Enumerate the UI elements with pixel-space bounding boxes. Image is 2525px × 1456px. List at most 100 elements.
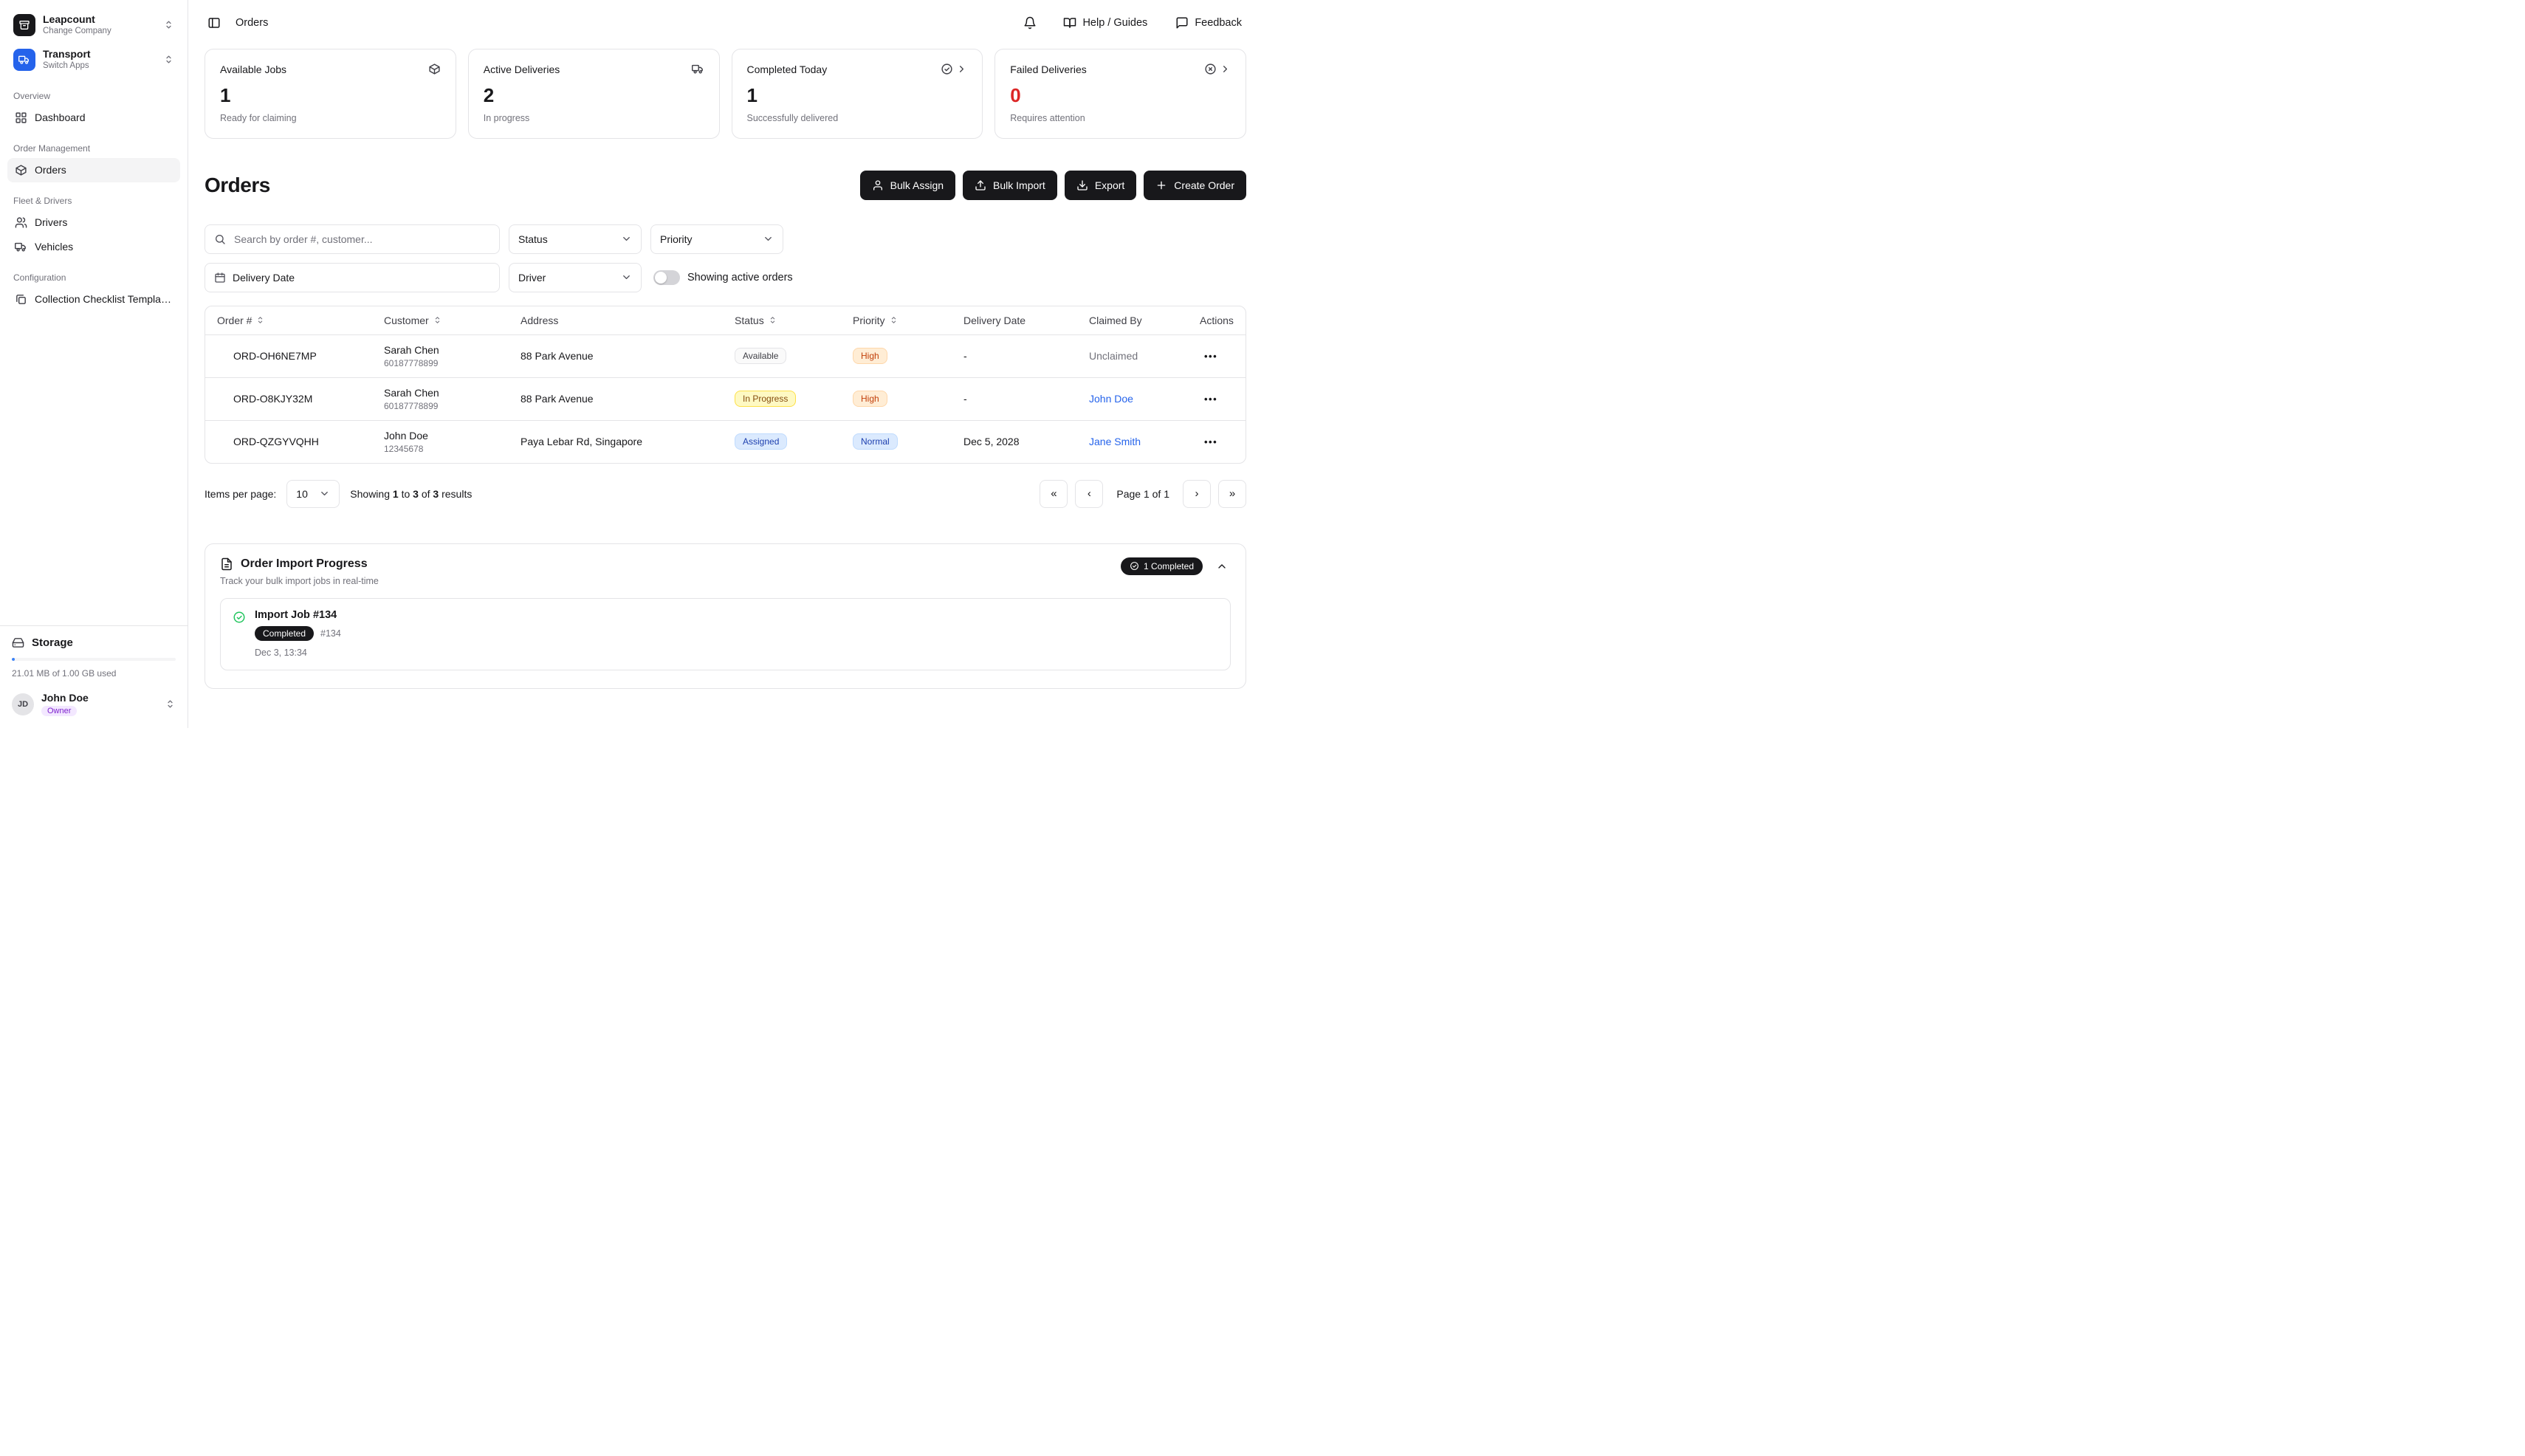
section-label-configuration: Configuration	[13, 272, 174, 283]
delivery-date: Dec 5, 2028	[955, 420, 1080, 463]
stat-subtitle: In progress	[484, 113, 704, 123]
priority-filter-select[interactable]: Priority	[650, 224, 783, 254]
chevron-right-icon[interactable]	[1220, 63, 1231, 75]
search-icon	[214, 233, 226, 245]
check-circle-icon	[941, 63, 953, 75]
x-circle-icon	[1204, 63, 1217, 75]
main-content: Orders Help / Guides Fe	[188, 0, 1262, 728]
row-actions-button[interactable]: •••	[1200, 435, 1222, 449]
import-progress-card: Order Import Progress Track your bulk im…	[205, 543, 1246, 689]
sort-icon	[889, 315, 899, 325]
column-header-order[interactable]: Order #	[217, 315, 366, 326]
active-orders-toggle[interactable]	[653, 270, 680, 285]
grid-icon	[15, 111, 27, 124]
stat-card-available-jobs: Available Jobs 1 Ready for claiming	[205, 49, 456, 139]
help-guides-button[interactable]: Help / Guides	[1059, 16, 1152, 30]
column-header-priority[interactable]: Priority	[853, 315, 946, 326]
delivery-date-filter-label: Delivery Date	[233, 272, 295, 284]
toggle-knob	[655, 272, 667, 284]
items-per-page-select[interactable]: 10	[286, 480, 340, 508]
stat-subtitle: Successfully delivered	[747, 113, 968, 123]
delivery-date-filter[interactable]: Delivery Date	[205, 263, 500, 292]
feedback-button[interactable]: Feedback	[1171, 16, 1246, 30]
order-address: 88 Park Avenue	[512, 377, 726, 420]
collapse-button[interactable]	[1213, 557, 1231, 575]
sort-icon	[255, 315, 265, 325]
chevron-down-icon	[319, 488, 330, 499]
bell-icon	[1023, 16, 1037, 30]
search-input[interactable]	[233, 233, 490, 246]
column-header-actions: Actions	[1200, 315, 1238, 326]
notifications-button[interactable]	[1020, 13, 1040, 32]
export-button[interactable]: Export	[1065, 171, 1136, 200]
chevron-down-icon	[621, 233, 632, 244]
stat-value: 1	[747, 84, 968, 107]
sort-icon	[433, 315, 442, 325]
results-summary: Showing 1 to 3 of 3 results	[350, 488, 472, 500]
filters: Status Priority Delivery	[188, 217, 1262, 292]
column-header-customer[interactable]: Customer	[384, 315, 503, 326]
customer-phone: 60187778899	[384, 401, 503, 411]
sidebar-item-drivers[interactable]: Drivers	[7, 210, 180, 235]
stat-card-completed-today[interactable]: Completed Today 1 Successfully delivered	[732, 49, 983, 139]
row-actions-button[interactable]: •••	[1200, 392, 1222, 406]
sidebar-item-label: Orders	[35, 164, 66, 176]
user-icon	[872, 179, 884, 191]
download-icon	[1076, 179, 1088, 191]
stat-title: Failed Deliveries	[1010, 63, 1086, 75]
app-name: Transport	[43, 48, 156, 60]
bulk-import-button[interactable]: Bulk Import	[963, 171, 1057, 200]
user-menu[interactable]: JD John Doe Owner	[0, 683, 188, 728]
app-subtitle: Switch Apps	[43, 61, 156, 71]
last-page-button[interactable]: »	[1218, 480, 1246, 508]
column-header-address: Address	[521, 315, 717, 326]
sidebar-item-collection-checklist-templates[interactable]: Collection Checklist Templates	[7, 287, 180, 312]
driver-filter-select[interactable]: Driver	[509, 263, 642, 292]
status-badge: In Progress	[735, 391, 796, 407]
sidebar-item-vehicles[interactable]: Vehicles	[7, 235, 180, 259]
customer-name: Sarah Chen	[384, 387, 503, 399]
check-circle-icon	[1130, 561, 1139, 571]
storage-progress-bar	[12, 658, 176, 661]
delivery-date: -	[955, 377, 1080, 420]
bulk-assign-button[interactable]: Bulk Assign	[860, 171, 955, 200]
claimed-by-link[interactable]: John Doe	[1089, 393, 1133, 405]
stat-card-active-deliveries: Active Deliveries 2 In progress	[468, 49, 720, 139]
import-progress-title: Order Import Progress	[241, 557, 368, 571]
sidebar-item-dashboard[interactable]: Dashboard	[7, 106, 180, 130]
chevron-right-icon[interactable]	[956, 63, 967, 75]
status-filter-select[interactable]: Status	[509, 224, 642, 254]
claimed-by-link[interactable]: Jane Smith	[1089, 436, 1141, 447]
stat-card-failed-deliveries[interactable]: Failed Deliveries 0 Requires attention	[994, 49, 1246, 139]
create-order-button[interactable]: Create Order	[1144, 171, 1246, 200]
section-label-overview: Overview	[13, 91, 174, 101]
next-page-button[interactable]: ›	[1183, 480, 1211, 508]
storage-progress-fill	[12, 658, 15, 661]
sidebar: Leapcount Change Company Transport Switc…	[0, 0, 188, 728]
company-selector[interactable]: Leapcount Change Company	[7, 7, 180, 42]
order-address: 88 Park Avenue	[512, 334, 726, 377]
sidebar-item-orders[interactable]: Orders	[7, 158, 180, 182]
chevron-left-icon: ‹	[1088, 487, 1091, 500]
row-actions-button[interactable]: •••	[1200, 349, 1222, 363]
stat-subtitle: Ready for claiming	[220, 113, 441, 123]
priority-filter-label: Priority	[660, 233, 693, 245]
package-icon	[428, 63, 441, 75]
storage-panel: Storage 21.01 MB of 1.00 GB used	[0, 625, 188, 683]
stat-value: 2	[484, 84, 704, 107]
panel-left-icon	[207, 16, 221, 30]
bulk-import-label: Bulk Import	[993, 179, 1045, 191]
customer-name: Sarah Chen	[384, 344, 503, 356]
previous-page-button[interactable]: ‹	[1075, 480, 1103, 508]
customer-phone: 12345678	[384, 444, 503, 454]
sidebar-nav: Overview Dashboard Order Management Orde…	[0, 78, 188, 625]
app-root: Leapcount Change Company Transport Switc…	[0, 0, 1262, 728]
stat-subtitle: Requires attention	[1010, 113, 1231, 123]
app-selector[interactable]: Transport Switch Apps	[7, 42, 180, 77]
sidebar-toggle-button[interactable]	[205, 13, 224, 32]
column-header-status[interactable]: Status	[735, 315, 835, 326]
sidebar-item-label: Dashboard	[35, 111, 86, 123]
first-page-button[interactable]: «	[1040, 480, 1068, 508]
user-name: John Doe	[41, 692, 157, 704]
table-header-row: Order # Customer Address Status Priority…	[205, 306, 1246, 335]
